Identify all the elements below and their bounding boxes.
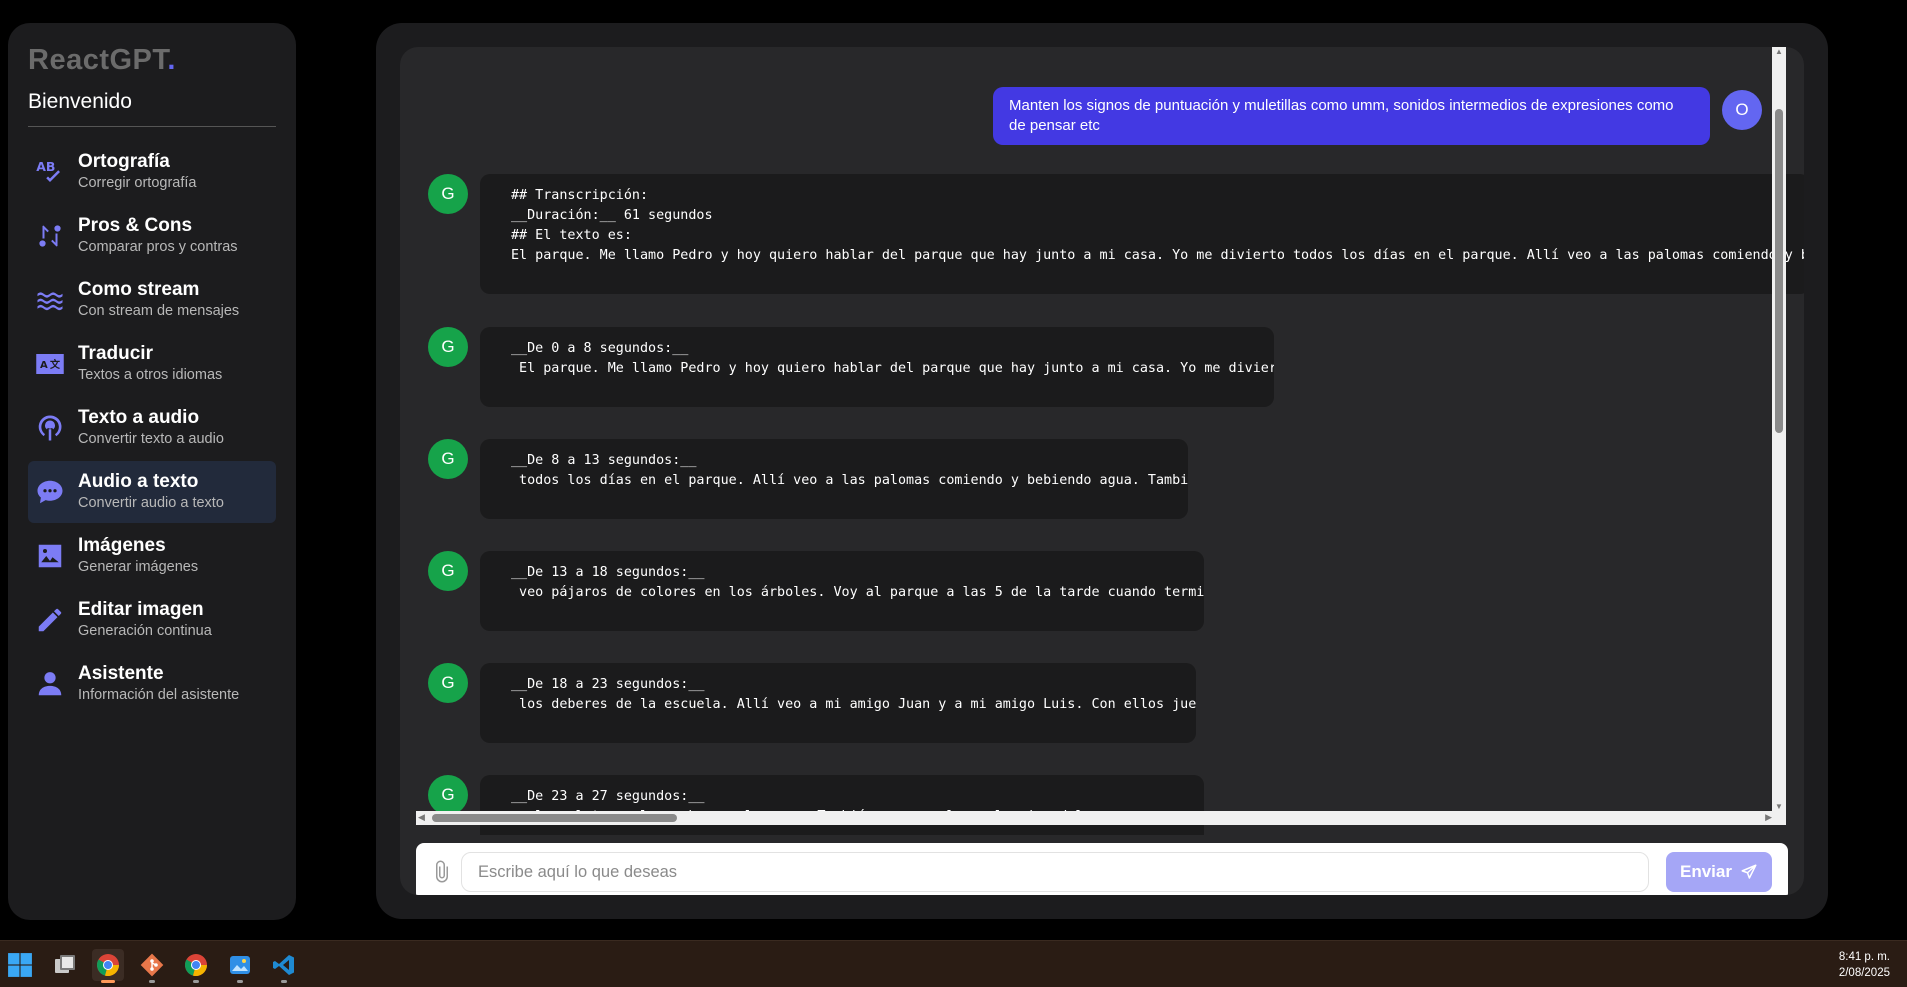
sidebar-item-title: Imágenes	[78, 535, 166, 556]
sidebar-item-pros-cons[interactable]: Pros & Cons Comparar pros y contras	[28, 205, 276, 267]
podcast-icon	[34, 412, 66, 444]
bot-message-row: G __De 13 a 18 segundos:__ veo pájaros d…	[428, 551, 1204, 631]
sidebar-item-title: Texto a audio	[78, 407, 200, 428]
sidebar-item-editar-imagen[interactable]: Editar imagen Generación continua	[28, 589, 276, 651]
vertical-scroll-thumb[interactable]	[1775, 109, 1783, 433]
sidebar-item-asistente[interactable]: Asistente Información del asistente	[28, 653, 276, 715]
bot-avatar: G	[428, 174, 468, 214]
sidebar-item-subtitle: Textos a otros idiomas	[78, 367, 223, 383]
bot-message-row: G ## Transcripción: __Duración:__ 61 seg…	[428, 174, 1804, 294]
sidebar-item-title: Traducir	[78, 343, 153, 364]
running-indicator	[149, 980, 155, 983]
send-button-label: Enviar	[1680, 862, 1732, 881]
photos-icon[interactable]	[224, 949, 256, 983]
paperclip-icon[interactable]	[430, 860, 454, 884]
chrome-icon[interactable]	[92, 949, 124, 983]
bot-message-row: G __De 8 a 13 segundos:__ todos los días…	[428, 439, 1188, 519]
sidebar-item-texto-audio[interactable]: Texto a audio Convertir texto a audio	[28, 397, 276, 459]
sidebar-item-imagenes[interactable]: Imágenes Generar imágenes	[28, 525, 276, 587]
waves-icon	[34, 284, 66, 316]
user-message-row: Manten los signos de puntuación y muleti…	[993, 87, 1762, 145]
active-indicator	[101, 980, 115, 983]
sidebar-item-audio-texto[interactable]: Audio a texto Convertir audio a texto	[28, 461, 276, 523]
bot-message: __De 13 a 18 segundos:__ veo pájaros de …	[480, 551, 1204, 631]
bot-message: __De 23 a 27 segundos:__ a la pelota, a …	[480, 775, 1204, 835]
bot-message: __De 0 a 8 segundos:__ El parque. Me lla…	[480, 327, 1274, 407]
chat-messages[interactable]: Manten los signos de puntuación y muleti…	[400, 47, 1804, 835]
sidebar-item-title: Ortografía	[78, 151, 170, 172]
brand-name: ReactGPT	[28, 44, 168, 76]
system-clock[interactable]: 8:41 p. m. 2/08/2025	[1839, 949, 1890, 981]
horizontal-scroll-thumb[interactable]	[432, 814, 677, 822]
bot-message-row: G __De 23 a 27 segundos:__ a la pelota, …	[428, 775, 1204, 835]
windows-start-icon[interactable]	[4, 949, 36, 981]
sidebar-item-title: Como stream	[78, 279, 200, 300]
spellcheck-icon: AB	[34, 156, 66, 188]
scroll-left-icon[interactable]: ◀	[418, 812, 425, 823]
vertical-scrollbar[interactable]: ▲ ▼	[1772, 47, 1786, 811]
horizontal-scrollbar[interactable]: ◀ ▶	[416, 811, 1786, 825]
bot-message-row: G __De 0 a 8 segundos:__ El parque. Me l…	[428, 327, 1274, 407]
sidebar-item-ortografia[interactable]: AB Ortografía Corregir ortografía	[28, 141, 276, 203]
sidebar-item-subtitle: Con stream de mensajes	[78, 303, 240, 319]
sidebar-item-traducir[interactable]: A文 Traducir Textos a otros idiomas	[28, 333, 276, 395]
task-view-icon[interactable]	[49, 949, 81, 981]
brand-dot: .	[167, 44, 176, 76]
sidebar-item-subtitle: Convertir audio a texto	[78, 495, 224, 511]
scroll-up-icon[interactable]: ▲	[1775, 47, 1783, 56]
send-button[interactable]: Enviar	[1666, 852, 1772, 892]
running-indicator	[237, 980, 243, 983]
svg-text:文: 文	[50, 358, 61, 371]
bot-message: __De 8 a 13 segundos:__ todos los días e…	[480, 439, 1188, 519]
sidebar: ReactGPT. Bienvenido AB Ortografía Correg…	[8, 23, 296, 920]
svg-text:A: A	[40, 360, 48, 371]
git-icon[interactable]	[136, 949, 168, 983]
sidebar-nav: AB Ortografía Corregir ortografía Pros & …	[28, 141, 276, 715]
running-indicator	[193, 980, 199, 983]
svg-text:AB: AB	[36, 159, 55, 174]
sidebar-item-subtitle: Generar imágenes	[78, 559, 199, 575]
chat-bubble-icon	[34, 476, 66, 508]
translate-icon: A文	[34, 348, 66, 380]
message-input-bar: Enviar	[416, 843, 1788, 895]
pencil-icon	[34, 604, 66, 636]
welcome-text: Bienvenido	[28, 90, 276, 127]
sidebar-item-subtitle: Convertir texto a audio	[78, 431, 224, 447]
compare-icon	[34, 220, 66, 252]
scroll-right-icon[interactable]: ▶	[1765, 812, 1772, 823]
bot-avatar: G	[428, 327, 468, 367]
user-message: Manten los signos de puntuación y muleti…	[993, 87, 1710, 145]
send-icon	[1741, 864, 1757, 879]
sidebar-item-title: Pros & Cons	[78, 215, 193, 236]
vscode-icon[interactable]	[268, 949, 300, 983]
sidebar-item-subtitle: Generación continua	[78, 623, 212, 639]
message-input[interactable]	[461, 852, 1649, 892]
chrome-icon[interactable]	[180, 949, 212, 983]
scroll-down-icon[interactable]: ▼	[1775, 802, 1783, 811]
sidebar-item-title: Audio a texto	[78, 471, 199, 492]
clock-time: 8:41 p. m.	[1838, 951, 1890, 963]
taskbar: 8:41 p. m. 2/08/2025	[0, 940, 1907, 987]
bot-message: ## Transcripción: __Duración:__ 61 segun…	[480, 174, 1804, 294]
person-icon	[34, 668, 66, 700]
bot-avatar: G	[428, 439, 468, 479]
clock-date: 2/08/2025	[1838, 967, 1890, 979]
bot-avatar: G	[428, 551, 468, 591]
running-indicator	[281, 980, 287, 983]
bot-message-row: G __De 18 a 23 segundos:__ los deberes d…	[428, 663, 1196, 743]
sidebar-item-subtitle: Comparar pros y contras	[78, 239, 238, 255]
main-panel: Manten los signos de puntuación y muleti…	[376, 23, 1828, 919]
chat-area: Manten los signos de puntuación y muleti…	[400, 47, 1804, 895]
bot-message: __De 18 a 23 segundos:__ los deberes de …	[480, 663, 1196, 743]
sidebar-item-como-stream[interactable]: Como stream Con stream de mensajes	[28, 269, 276, 331]
brand-logo: ReactGPT.	[28, 44, 276, 77]
sidebar-item-title: Editar imagen	[78, 599, 204, 620]
sidebar-item-subtitle: Información del asistente	[78, 687, 240, 703]
sidebar-item-title: Asistente	[78, 663, 164, 684]
bot-avatar: G	[428, 663, 468, 703]
sidebar-item-subtitle: Corregir ortografía	[78, 175, 197, 191]
user-avatar: O	[1722, 90, 1762, 130]
image-icon	[34, 540, 66, 572]
bot-avatar: G	[428, 775, 468, 815]
